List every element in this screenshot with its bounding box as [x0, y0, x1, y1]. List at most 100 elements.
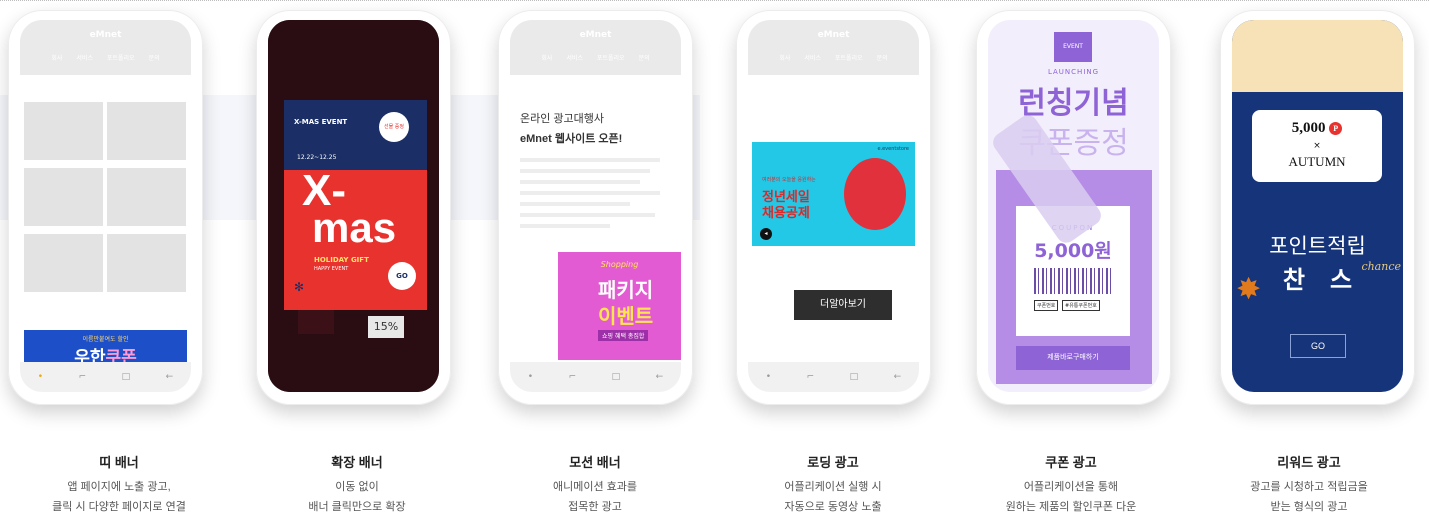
product-desc-line2: 받는 형식의 광고	[1270, 501, 1348, 513]
motion-banner-top: Shopping	[600, 260, 639, 269]
gallery-thumb	[107, 234, 186, 292]
product-title: 확장 배너	[331, 455, 383, 470]
app-header: eMnet 회사 서비스 포트폴리오 문의	[20, 20, 191, 75]
product-desc-line2: 자동으로 동영상 노출	[784, 501, 882, 513]
app-header: eMnet 회사 서비스 포트폴리오 문의	[748, 20, 919, 75]
recent-apps-icon[interactable]: ⌐	[569, 372, 577, 382]
phone-mockup: eMnet 회사 서비스 포트폴리오 문의 이름만붙여도 할인 우한쿠폰 • ⌐…	[8, 10, 203, 405]
phone-mockup: 5,000 P × AUTUMN 포인트적립 찬 스 chance ✸ GO	[1220, 10, 1415, 405]
motion-headline-line2: eMnet 웹사이트 오픈!	[520, 133, 623, 145]
more-button[interactable]: 더알아보기	[794, 290, 892, 320]
product-desc-line1: 앱 페이지에 노출 광고,	[67, 481, 171, 493]
gallery-thumb	[24, 168, 103, 226]
app-nav-item: 포트폴리오	[106, 55, 135, 62]
app-nav-item: 문의	[876, 55, 888, 62]
phone-screen: eMnet 회사 서비스 포트폴리오 문의 e.eventstore 여러분의 …	[748, 20, 919, 392]
product-card-coupon-ad[interactable]: EVENT LAUNCHING 런칭기념 쿠폰증정 COUPON 5,000원 …	[952, 0, 1190, 522]
backdrop-box	[298, 310, 334, 334]
product-caption: 확장 배너 이동 없이 배너 클릭만으로 확장	[238, 452, 476, 517]
gallery-thumb	[24, 234, 103, 292]
home-icon[interactable]: □	[122, 372, 131, 382]
product-caption: 로딩 광고 어플리케이션 실행 시 자동으로 동영상 노출	[714, 452, 952, 517]
xmas-go-button[interactable]: GO	[388, 262, 416, 290]
model-photo	[844, 158, 906, 230]
app-nav-item: 문의	[148, 55, 160, 62]
gallery-thumb	[107, 102, 186, 160]
app-nav-item: 서비스	[566, 55, 583, 62]
app-nav-item: 회사	[541, 55, 553, 62]
phone-screen: 15% X-MAS EVENT 선물 증정 12.22~12.25 X- mas…	[268, 20, 439, 392]
point-icon: P	[1329, 122, 1343, 136]
gallery-thumb	[107, 168, 186, 226]
back-icon[interactable]: ←	[656, 372, 664, 382]
reward-go-button[interactable]: GO	[1290, 334, 1346, 358]
product-title: 모션 배너	[569, 455, 621, 470]
product-title: 로딩 광고	[807, 455, 859, 470]
holiday-gift-label: HOLIDAY GIFT	[314, 256, 369, 264]
chance-script: chance	[1361, 260, 1401, 273]
motion-package-banner[interactable]: Shopping 패키지 이벤트 쇼핑 혜택 총집합	[558, 252, 681, 360]
barcode	[1034, 268, 1112, 294]
buy-now-button[interactable]: 제품바로구매하기	[1016, 346, 1130, 370]
product-desc-line2: 원하는 제품의 할인쿠폰 다운	[1005, 501, 1137, 513]
product-card-motion-banner[interactable]: eMnet 회사 서비스 포트폴리오 문의 온라인 광고대행사 eMnet 웹사…	[476, 0, 714, 522]
motion-banner-main2: 이벤트	[598, 304, 654, 328]
product-desc-line2: 배너 클릭만으로 확장	[308, 501, 406, 513]
app-nav-item: 서비스	[804, 55, 821, 62]
product-desc-line2: 접목한 광고	[568, 501, 622, 513]
app-nav: 회사 서비스 포트폴리오 문의	[20, 53, 191, 62]
dot-icon: •	[527, 372, 534, 382]
phone-mockup: EVENT LAUNCHING 런칭기념 쿠폰증정 COUPON 5,000원 …	[976, 10, 1171, 405]
product-desc-line1: 어플리케이션 실행 시	[784, 481, 882, 493]
app-nav: 회사 서비스 포트폴리오 문의	[748, 53, 919, 62]
home-icon[interactable]: □	[612, 372, 621, 382]
xmas-date: 12.22~12.25	[292, 152, 342, 163]
xmas-event-label: X-MAS EVENT	[294, 118, 348, 126]
back-icon[interactable]: ←	[894, 372, 902, 382]
product-title: 리워드 광고	[1277, 455, 1341, 470]
product-card-loading-ad[interactable]: eMnet 회사 서비스 포트폴리오 문의 e.eventstore 여러분의 …	[714, 0, 952, 522]
product-title: 띠 배너	[99, 455, 139, 470]
phone-mockup: 15% X-MAS EVENT 선물 증정 12.22~12.25 X- mas…	[256, 10, 451, 405]
loading-line1: 여러분의 오늘을 응원하는	[762, 177, 816, 183]
loading-video-ad[interactable]: e.eventstore 여러분의 오늘을 응원하는 정년세일 채용공제 ◂	[752, 142, 915, 246]
app-nav-item: 문의	[638, 55, 650, 62]
sale-tag: 15%	[368, 316, 404, 338]
reward-amount: 5,000	[1291, 120, 1326, 136]
app-nav-item: 포트폴리오	[596, 55, 625, 62]
phone-screen: eMnet 회사 서비스 포트폴리오 문의 이름만붙여도 할인 우한쿠폰 • ⌐…	[20, 20, 191, 392]
reward-ticket: 5,000 P × AUTUMN	[1252, 110, 1382, 182]
coupon-code-label: 쿠폰번호	[1034, 300, 1059, 311]
holiday-gift-sub: HAPPY EVENT	[314, 266, 349, 272]
dot-icon: •	[37, 372, 44, 382]
product-caption: 쿠폰 광고 어플리케이션을 통해 원하는 제품의 할인쿠폰 다운	[952, 452, 1190, 517]
xmas-expanded-banner[interactable]: X-MAS EVENT 선물 증정 12.22~12.25 X- mas HOL…	[284, 100, 427, 310]
phone-mockup: eMnet 회사 서비스 포트폴리오 문의 e.eventstore 여러분의 …	[736, 10, 931, 405]
back-icon[interactable]: ←	[166, 372, 174, 382]
android-nav-bar: • ⌐ □ ←	[748, 362, 919, 392]
maple-leaf-icon: ✸	[1236, 272, 1262, 307]
product-desc-line1: 어플리케이션을 통해	[1023, 481, 1119, 493]
product-card-strip-banner[interactable]: eMnet 회사 서비스 포트폴리오 문의 이름만붙여도 할인 우한쿠폰 • ⌐…	[0, 0, 238, 522]
reward-top-band	[1232, 20, 1403, 92]
app-nav: 회사 서비스 포트폴리오 문의	[510, 53, 681, 62]
product-caption: 모션 배너 애니메이션 효과를 접목한 광고	[476, 452, 714, 517]
product-card-reward-ad[interactable]: 5,000 P × AUTUMN 포인트적립 찬 스 chance ✸ GO 리…	[1190, 0, 1428, 522]
product-caption: 리워드 광고 광고를 시청하고 적립금을 받는 형식의 광고	[1190, 452, 1428, 517]
motion-banner-sub: 쇼핑 혜택 총집합	[598, 330, 649, 341]
recent-apps-icon[interactable]: ⌐	[807, 372, 815, 382]
coupon-headline1: 런칭기념	[1018, 86, 1129, 121]
product-desc-line1: 이동 없이	[335, 481, 379, 493]
times-sign: ×	[1313, 141, 1321, 151]
home-icon[interactable]: □	[850, 372, 859, 382]
product-card-expand-banner[interactable]: 15% X-MAS EVENT 선물 증정 12.22~12.25 X- mas…	[238, 0, 476, 522]
product-caption: 띠 배너 앱 페이지에 노출 광고, 클릭 시 다양한 페이지로 연결	[0, 452, 238, 517]
motion-banner-main1: 패키지	[598, 278, 654, 302]
phone-screen: eMnet 회사 서비스 포트폴리오 문의 온라인 광고대행사 eMnet 웹사…	[510, 20, 681, 392]
motion-headline-line1: 온라인 광고대행사	[520, 113, 605, 125]
app-title: eMnet	[817, 30, 850, 40]
recent-apps-icon[interactable]: ⌐	[79, 372, 87, 382]
android-nav-bar: • ⌐ □ ←	[510, 362, 681, 392]
snowflake-icon: ✻	[294, 280, 305, 294]
play-icon[interactable]: ◂	[760, 228, 772, 240]
